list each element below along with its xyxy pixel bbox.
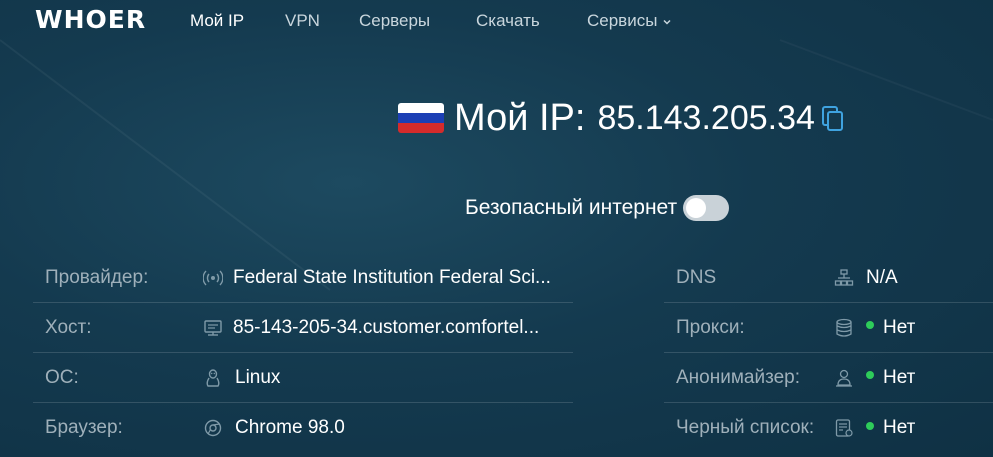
detail-row-proxy: Прокси: Нет <box>664 303 993 353</box>
list-icon <box>835 419 853 437</box>
detail-row-browser: Браузер: Chrome 98.0 <box>33 403 573 453</box>
nav-item-label: Серверы <box>359 11 431 30</box>
linux-icon <box>206 368 220 387</box>
nav-item-servers[interactable]: Серверы <box>359 11 430 31</box>
detail-row-os: ОС: Linux <box>33 353 573 403</box>
chevron-down-icon <box>663 19 671 25</box>
detail-row-dns: DNS N/A <box>664 253 993 303</box>
logo[interactable]: WHOER <box>35 5 146 34</box>
nav-item-services[interactable]: Сервисы <box>587 11 671 31</box>
status-text: Нет <box>883 417 916 438</box>
browser-icon <box>204 419 222 437</box>
detail-value: N/A <box>866 266 898 288</box>
top-nav: WHOER Мой IP VPN Серверы Скачать Сервисы <box>0 0 993 42</box>
detail-row-provider: Провайдер: Federal State Institution Fed… <box>33 253 573 303</box>
detail-value: Chrome 98.0 <box>235 417 345 438</box>
nav-item-label: VPN <box>285 11 320 30</box>
detail-value: Federal State Institution Federal Sci... <box>233 266 551 288</box>
status-ok-dot <box>866 371 874 380</box>
detail-label: Провайдер: <box>45 266 149 288</box>
safe-internet: Безопасный интернет <box>465 195 730 221</box>
detail-row-anonymizer: Анонимайзер: Нет <box>664 353 993 403</box>
detail-label: Анонимайзер: <box>676 366 800 388</box>
user-icon <box>836 369 852 387</box>
detail-label: Хост: <box>45 316 92 338</box>
nav-item-my-ip[interactable]: Мой IP <box>190 11 244 31</box>
safe-internet-toggle[interactable] <box>683 195 730 221</box>
nav-item-vpn[interactable]: VPN <box>285 11 320 31</box>
nav-item-label: Сервисы <box>587 11 658 30</box>
detail-value: Linux <box>235 366 281 388</box>
detail-value-status: Нет <box>866 317 915 339</box>
russia-flag-icon <box>398 103 444 133</box>
detail-label: ОС: <box>45 366 79 388</box>
detail-value-status: Нет <box>866 417 915 439</box>
server-icon <box>204 319 222 336</box>
safe-internet-label: Безопасный интернет <box>465 196 678 219</box>
status-ok-dot <box>866 321 874 330</box>
nav-item-label: Мой IP <box>190 11 245 30</box>
ip-label: Мой IP: <box>454 96 586 139</box>
detail-value: 85-143-205-34.customer.comfortel... <box>233 316 540 338</box>
copy-icon[interactable] <box>821 104 845 132</box>
detail-label: Черный список: <box>676 417 815 438</box>
nav-item-download[interactable]: Скачать <box>476 11 540 31</box>
database-icon <box>836 318 852 337</box>
detail-label: DNS <box>676 266 717 288</box>
status-text: Нет <box>883 316 916 338</box>
signal-icon <box>203 270 223 285</box>
detail-label: Прокси: <box>676 316 745 338</box>
detail-row-host: Хост: 85-143-205-34.customer.comfortel..… <box>33 303 573 353</box>
nav-item-label: Скачать <box>476 11 540 30</box>
toggle-knob <box>686 198 707 218</box>
status-text: Нет <box>883 366 916 388</box>
detail-label: Браузер: <box>45 417 123 438</box>
ip-headline: Мой IP: 85.143.205.34 <box>398 96 845 140</box>
detail-value-status: Нет <box>866 367 915 389</box>
network-icon <box>834 268 854 286</box>
status-ok-dot <box>866 421 874 430</box>
detail-row-blacklist: Черный список: Нет <box>664 403 993 453</box>
ip-value[interactable]: 85.143.205.34 <box>597 99 814 138</box>
